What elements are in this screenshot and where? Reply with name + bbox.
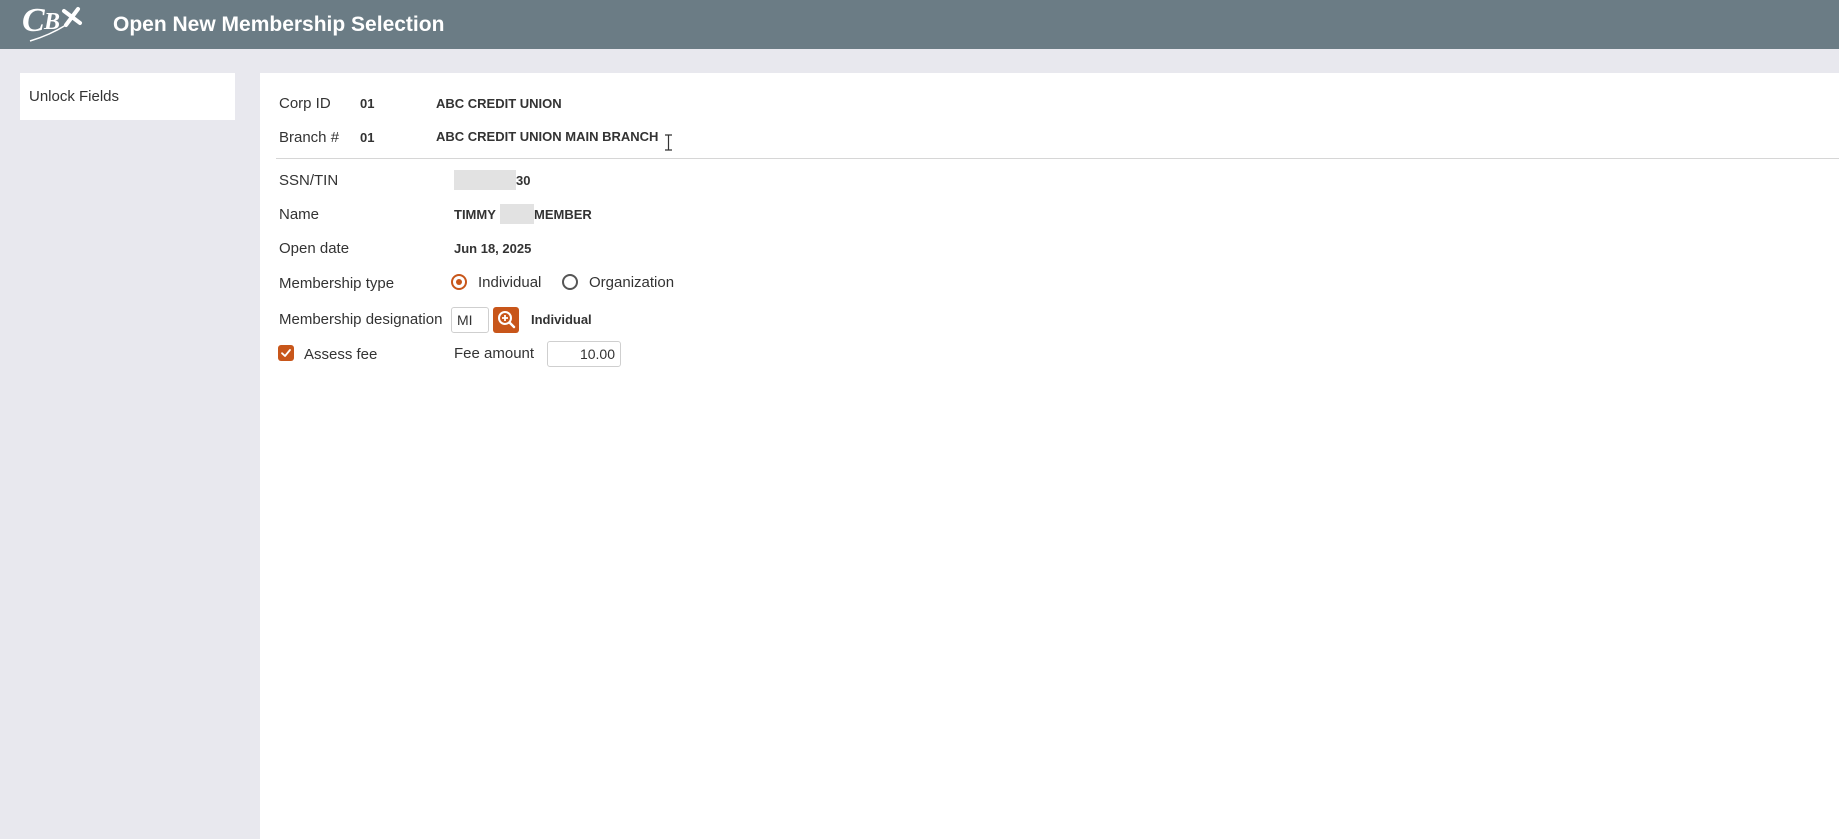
top-header-bar: C B Open New Membership Selection — [0, 0, 1839, 49]
page-title: Open New Membership Selection — [113, 13, 445, 36]
assess-fee-label[interactable]: Assess fee — [304, 346, 377, 363]
open-date-label: Open date — [279, 240, 350, 257]
membership-type-label: Membership type — [279, 275, 395, 292]
membership-designation-description: Individual — [531, 312, 592, 327]
cbx-logo: C B — [22, 2, 82, 42]
corp-id-label: Corp ID — [279, 95, 331, 112]
unlock-fields-button[interactable]: Unlock Fields — [20, 73, 235, 120]
branch-id-value: 01 — [360, 130, 375, 145]
svg-text:B: B — [43, 9, 60, 35]
membership-designation-lookup-button[interactable] — [493, 307, 519, 333]
name-redaction — [500, 204, 534, 224]
name-first-value: TIMMY — [454, 207, 496, 222]
section-divider — [276, 158, 1839, 159]
zoom-in-icon — [498, 311, 516, 329]
assess-fee-checkbox[interactable] — [278, 345, 294, 361]
branch-label: Branch # — [279, 129, 340, 146]
ssn-tin-value: 30 — [516, 173, 531, 188]
corp-id-value: 01 — [360, 96, 375, 111]
corp-name-value: ABC CREDIT UNION — [436, 96, 562, 111]
membership-type-organization-label[interactable]: Organization — [589, 274, 674, 291]
membership-type-individual-label[interactable]: Individual — [478, 274, 541, 291]
ssn-tin-label: SSN/TIN — [279, 172, 339, 189]
membership-designation-code-input[interactable] — [451, 307, 489, 333]
fee-amount-input[interactable] — [547, 341, 621, 367]
name-last-value: MEMBER — [534, 207, 592, 222]
open-date-value: Jun 18, 2025 — [454, 241, 532, 256]
fee-amount-label: Fee amount — [454, 345, 535, 362]
checkmark-icon — [281, 349, 291, 357]
text-cursor-icon — [665, 134, 672, 151]
branch-name-value: ABC CREDIT UNION MAIN BRANCH — [436, 129, 659, 144]
membership-type-individual-radio[interactable] — [451, 274, 467, 290]
membership-type-organization-radio[interactable] — [562, 274, 578, 290]
name-label: Name — [279, 206, 320, 223]
membership-designation-label: Membership designation — [279, 311, 443, 328]
ssn-redaction — [454, 170, 516, 190]
svg-text:C: C — [22, 2, 45, 39]
